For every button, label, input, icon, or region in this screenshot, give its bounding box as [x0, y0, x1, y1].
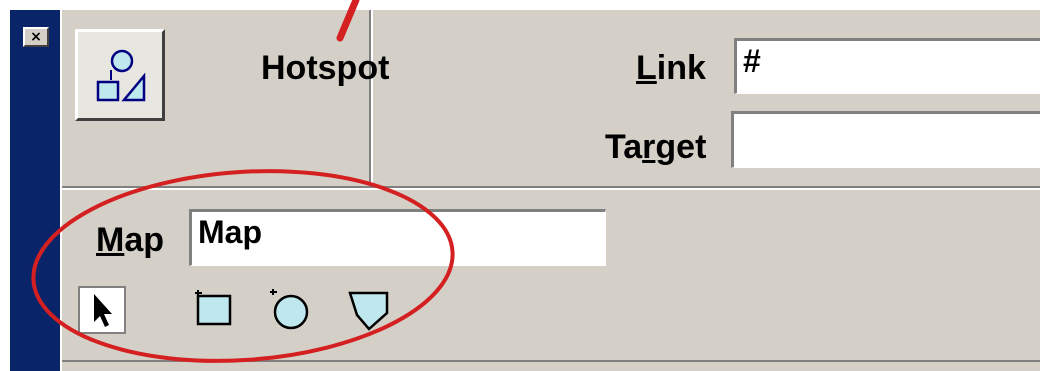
- hotspot-shapes-icon: [75, 29, 165, 121]
- divider: [62, 188, 1040, 190]
- link-input[interactable]: #: [734, 38, 1040, 94]
- hotspot-title: Hotspot: [261, 49, 390, 87]
- panel-titlebar[interactable]: [10, 10, 60, 371]
- pointer-tool-icon: [94, 294, 112, 327]
- circle-hotspot-tool-button[interactable]: [265, 285, 315, 335]
- target-label: Target: [605, 128, 707, 166]
- divider: [371, 10, 373, 186]
- link-label: Link: [636, 49, 706, 87]
- polygon-hotspot-tool-button[interactable]: [343, 285, 395, 337]
- divider: [62, 360, 1040, 362]
- close-button[interactable]: ×: [23, 27, 49, 47]
- polygon-hotspot-icon: [348, 291, 389, 331]
- mnemonic: r: [642, 128, 656, 166]
- circle-hotspot-icon: [270, 289, 309, 330]
- target-input[interactable]: [731, 111, 1040, 168]
- rectangle-hotspot-icon: [195, 290, 232, 326]
- pointer-tool-button[interactable]: [78, 286, 126, 334]
- mnemonic: L: [636, 49, 657, 87]
- map-name-input[interactable]: Map: [189, 209, 606, 266]
- close-icon: ×: [30, 29, 42, 45]
- rectangle-hotspot-tool-button[interactable]: [190, 286, 238, 334]
- map-label: Map: [96, 221, 165, 259]
- mnemonic: M: [96, 221, 125, 259]
